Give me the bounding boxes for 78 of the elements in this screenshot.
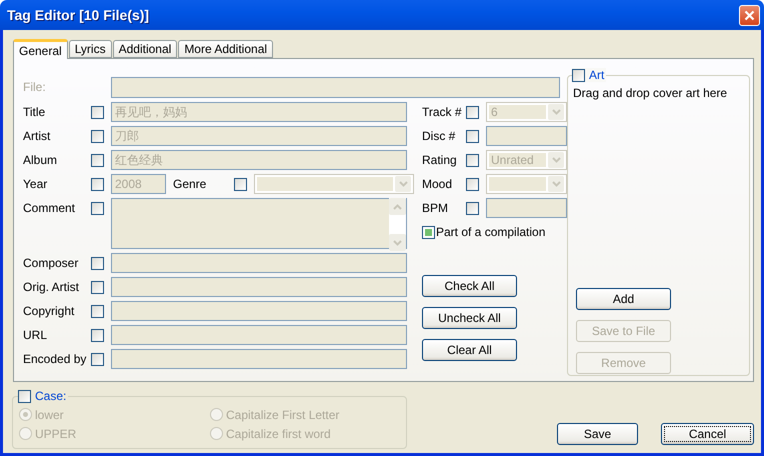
- chevron-down-icon: [398, 181, 408, 187]
- radio-button[interactable]: [19, 427, 32, 440]
- close-icon: [744, 10, 755, 20]
- text-field[interactable]: [486, 126, 567, 146]
- checkbox[interactable]: [466, 202, 479, 214]
- field-label: Year: [23, 176, 48, 193]
- dialog-button[interactable]: Save: [557, 423, 638, 445]
- drop-hint: Drag and drop cover art here: [573, 86, 728, 100]
- tab[interactable]: More Additional: [178, 40, 274, 58]
- checkbox[interactable]: [91, 352, 104, 366]
- close-button[interactable]: [739, 4, 760, 26]
- radio-button[interactable]: [19, 408, 32, 421]
- checkbox[interactable]: [572, 68, 585, 82]
- radio-label: Capitalize First Letter: [226, 408, 340, 422]
- checkbox[interactable]: [466, 154, 479, 166]
- chevron-down-icon: [552, 109, 560, 115]
- field-label: Copyright: [23, 303, 76, 320]
- group-title: Art: [589, 68, 604, 82]
- group-title: Case:: [35, 389, 66, 403]
- comment-field[interactable]: [111, 198, 407, 249]
- tab[interactable]: General: [13, 39, 68, 59]
- tab[interactable]: Additional: [112, 40, 178, 58]
- text-field[interactable]: [111, 301, 407, 321]
- chevron-down-icon: [393, 240, 402, 246]
- field-label: Mood: [422, 176, 454, 193]
- field-label: URL: [23, 327, 48, 344]
- checkbox[interactable]: [91, 328, 104, 342]
- field-label: Rating: [422, 152, 458, 169]
- checkbox-label: Part of a compilation: [436, 224, 546, 241]
- file-label: File:: [23, 79, 47, 96]
- window-title: Tag Editor [10 File(s)]: [7, 7, 150, 23]
- action-button[interactable]: Uncheck All: [422, 307, 517, 329]
- action-button[interactable]: Clear All: [422, 339, 517, 361]
- dropdown-field[interactable]: [254, 174, 414, 194]
- checkbox[interactable]: [234, 178, 247, 190]
- field-label: Title: [23, 104, 46, 121]
- art-button[interactable]: Add: [576, 288, 671, 310]
- chevron-up-icon: [393, 204, 402, 210]
- action-button[interactable]: Check All: [422, 275, 517, 297]
- chevron-down-icon: [552, 157, 560, 163]
- field-label: Album: [23, 152, 58, 169]
- checkbox[interactable]: [91, 202, 104, 214]
- field-label: Disc #: [422, 128, 456, 145]
- checkbox[interactable]: [422, 226, 435, 238]
- chevron-down-icon: [552, 181, 560, 187]
- field-label: Genre: [173, 176, 208, 193]
- file-field[interactable]: [111, 77, 560, 98]
- tab[interactable]: Lyrics: [68, 40, 112, 58]
- checkbox[interactable]: [466, 178, 479, 190]
- radio-label: UPPER: [35, 426, 76, 440]
- text-field[interactable]: [111, 253, 407, 273]
- radio-button[interactable]: [210, 408, 223, 421]
- checkbox[interactable]: [466, 106, 479, 118]
- field-label: Track #: [422, 104, 463, 121]
- field-label: Comment: [23, 200, 76, 217]
- checkbox[interactable]: [91, 256, 104, 270]
- text-field[interactable]: [111, 277, 407, 297]
- checkbox[interactable]: [91, 178, 104, 190]
- field-label: Encoded by: [23, 351, 88, 368]
- text-field[interactable]: [486, 198, 567, 218]
- radio-button[interactable]: [210, 427, 223, 440]
- field-label: BPM: [422, 200, 450, 217]
- dropdown-field[interactable]: [486, 174, 567, 194]
- field-label: Composer: [23, 255, 80, 272]
- field-label: Orig. Artist: [23, 279, 80, 296]
- checkbox[interactable]: [91, 154, 104, 166]
- checkbox[interactable]: [466, 130, 479, 142]
- checkbox[interactable]: [91, 106, 104, 118]
- radio-label: lower: [35, 408, 64, 422]
- checkbox[interactable]: [91, 130, 104, 142]
- field-label: Artist: [23, 128, 52, 145]
- checkbox[interactable]: [18, 390, 31, 402]
- text-field[interactable]: [111, 325, 407, 345]
- checkbox[interactable]: [91, 280, 104, 294]
- text-field[interactable]: [111, 349, 407, 369]
- radio-label: Capitalize first word: [226, 426, 331, 440]
- checkbox[interactable]: [91, 304, 104, 318]
- dialog-button[interactable]: Cancel: [661, 423, 754, 445]
